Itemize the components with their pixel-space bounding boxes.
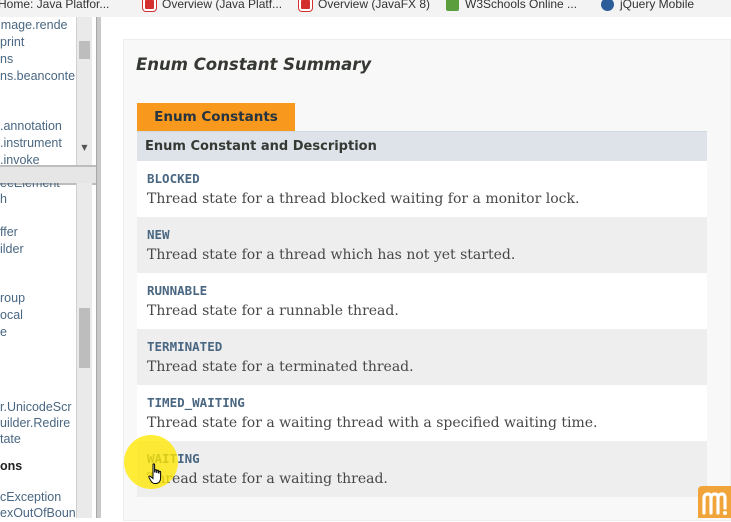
constant-description: Thread state for a thread blocked waitin… bbox=[147, 191, 580, 207]
class-link[interactable]: roup bbox=[0, 290, 25, 306]
bookmark-label: Home: Java Platfor... bbox=[0, 0, 110, 11]
section-heading: ons bbox=[0, 459, 23, 473]
constant-description: Thread state for a terminated thread. bbox=[147, 359, 414, 375]
table-row: NEW Thread state for a thread which has … bbox=[137, 217, 707, 273]
class-link[interactable]: eeElement bbox=[0, 183, 60, 191]
bookmark-overview-java-platform[interactable]: Overview (Java Platf... bbox=[143, 0, 282, 14]
class-link[interactable]: cException bbox=[0, 489, 61, 505]
class-link[interactable]: ffer bbox=[0, 224, 18, 240]
package-link[interactable]: .instrument bbox=[0, 135, 62, 151]
packages-scrollbar[interactable]: ▼ bbox=[76, 17, 92, 165]
enum-constant-summary-block: Enum Constant Summary Enum Constants Enu… bbox=[123, 39, 731, 521]
enum-constant-link[interactable]: RUNNABLE bbox=[147, 283, 207, 298]
column-header: Enum Constant and Description bbox=[145, 139, 377, 154]
class-link[interactable]: e bbox=[0, 324, 7, 340]
w3schools-icon bbox=[446, 0, 459, 11]
bookmark-label: W3Schools Online ... bbox=[465, 0, 578, 11]
enum-constant-link[interactable]: NEW bbox=[147, 227, 170, 242]
red-document-icon bbox=[143, 0, 156, 11]
package-link[interactable]: .annotation bbox=[0, 118, 62, 134]
package-link[interactable]: ns bbox=[0, 51, 13, 67]
table-header-row: Enum Constant and Description bbox=[137, 131, 707, 161]
enum-constant-link[interactable]: BLOCKED bbox=[147, 171, 200, 186]
class-content-frame: Enum Constant Summary Enum Constants Enu… bbox=[101, 17, 731, 521]
class-link[interactable]: r.UnicodeScr bbox=[0, 399, 72, 415]
classes-frame: eeElement h ffer ilder roup ocal e r.Uni… bbox=[0, 183, 96, 518]
package-link[interactable]: print bbox=[0, 34, 24, 50]
class-link[interactable]: uilder.Redire bbox=[0, 415, 70, 431]
class-link[interactable]: exOutOfBoun bbox=[0, 505, 76, 518]
enum-constant-link[interactable]: TIMED_WAITING bbox=[147, 395, 245, 410]
class-link[interactable]: h bbox=[0, 191, 7, 207]
bookmark-home-java-platform[interactable]: Home: Java Platfor... bbox=[0, 0, 109, 14]
constant-description: Thread state for a waiting thread. bbox=[147, 471, 388, 487]
table-row: WAITING Thread state for a waiting threa… bbox=[137, 441, 707, 497]
package-link[interactable]: image.rende bbox=[0, 17, 68, 33]
scrollbar-thumb[interactable] bbox=[79, 308, 90, 368]
enum-constants-table: Enum Constant and Description BLOCKED Th… bbox=[137, 131, 707, 497]
bookmarks-bar: Home: Java Platfor... Overview (Java Pla… bbox=[0, 0, 731, 18]
bookmark-overview-javafx[interactable]: Overview (JavaFX 8) bbox=[299, 0, 430, 14]
left-navigation-frames: image.rende print ns ns.beanconte .annot… bbox=[0, 17, 100, 518]
jquery-icon bbox=[601, 0, 614, 11]
class-link[interactable]: ilder bbox=[0, 241, 24, 257]
scrollbar-thumb[interactable] bbox=[79, 41, 90, 59]
class-link[interactable]: tate bbox=[0, 431, 21, 447]
bookmark-w3schools[interactable]: W3Schools Online ... bbox=[446, 0, 577, 14]
red-document-icon bbox=[299, 0, 312, 11]
bookmark-label: Overview (JavaFX 8) bbox=[318, 0, 431, 11]
constant-description: Thread state for a runnable thread. bbox=[147, 303, 399, 319]
scroll-down-arrow-icon[interactable]: ▼ bbox=[80, 143, 89, 152]
class-link[interactable]: ocal bbox=[0, 307, 23, 323]
package-link[interactable]: ns.beanconte bbox=[0, 68, 75, 84]
watermark-logo bbox=[698, 486, 731, 518]
table-row: TERMINATED Thread state for a terminated… bbox=[137, 329, 707, 385]
bookmark-jquery-mobile[interactable]: jQuery Mobile bbox=[601, 0, 694, 14]
frame-splitter[interactable] bbox=[0, 165, 100, 185]
bookmark-label: jQuery Mobile bbox=[620, 0, 695, 11]
bookmark-label: Overview (Java Platf... bbox=[162, 0, 283, 11]
constant-description: Thread state for a waiting thread with a… bbox=[147, 415, 598, 431]
watermark-mark-icon bbox=[702, 492, 727, 515]
enum-constant-link[interactable]: WAITING bbox=[147, 451, 200, 466]
table-row: RUNNABLE Thread state for a runnable thr… bbox=[137, 273, 707, 329]
table-row: TIMED_WAITING Thread state for a waiting… bbox=[137, 385, 707, 441]
packages-frame: image.rende print ns ns.beanconte .annot… bbox=[0, 17, 96, 165]
table-row: BLOCKED Thread state for a thread blocke… bbox=[137, 161, 707, 217]
package-link[interactable]: .invoke bbox=[0, 152, 40, 165]
classes-scrollbar[interactable] bbox=[76, 183, 92, 518]
enum-constant-link[interactable]: TERMINATED bbox=[147, 339, 222, 354]
constant-description: Thread state for a thread which has not … bbox=[147, 247, 516, 263]
table-caption-tab: Enum Constants bbox=[137, 103, 295, 131]
section-title: Enum Constant Summary bbox=[136, 55, 372, 74]
